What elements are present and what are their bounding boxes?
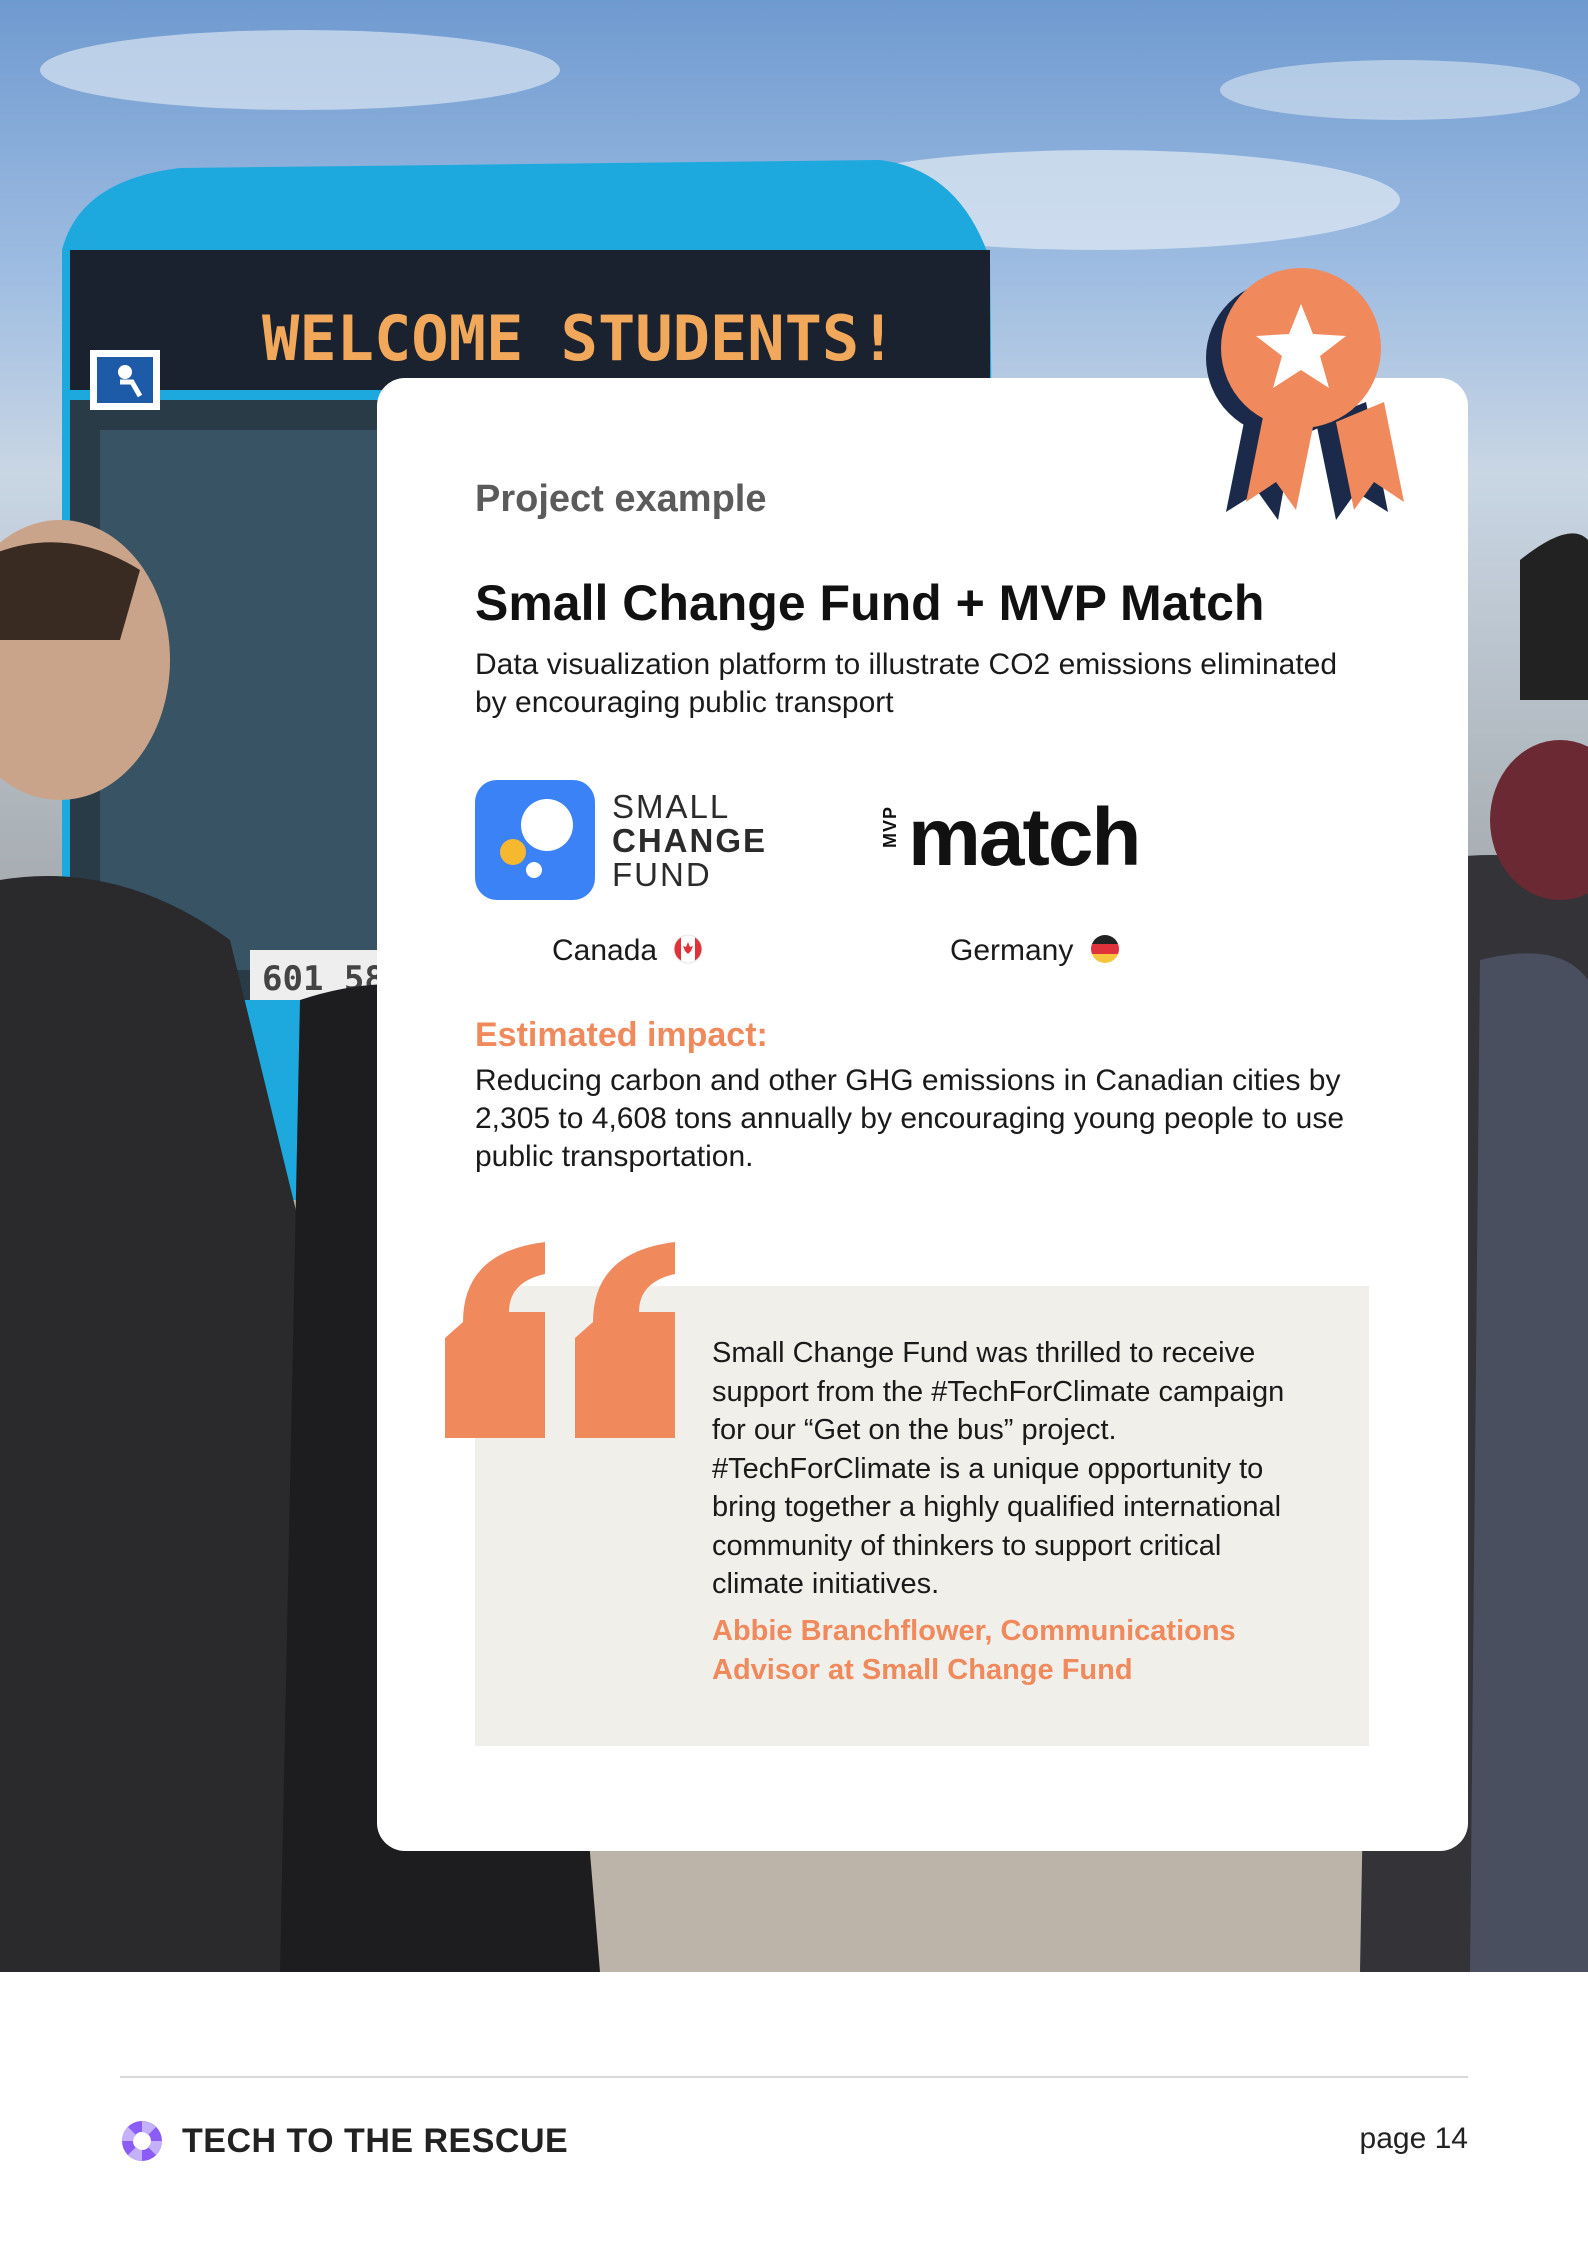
country-label: Canada xyxy=(552,934,658,967)
logo-line-small: SMALL xyxy=(612,788,731,825)
country-canada: Canada xyxy=(552,934,703,972)
quote-mark-icon xyxy=(445,1242,675,1438)
impact-label: Estimated impact: xyxy=(475,1016,768,1054)
match-wordmark: match xyxy=(908,792,1142,883)
mvp-match-logo: MVP match xyxy=(880,790,1210,890)
card-subtitle: Data visualization platform to illustrat… xyxy=(475,648,1338,719)
country-germany: Germany xyxy=(950,934,1120,972)
logo-line-fund: FUND xyxy=(612,856,712,893)
logo-line-change: CHANGE xyxy=(612,822,768,859)
footer-divider xyxy=(120,2076,1468,2078)
lifebuoy-icon xyxy=(122,2121,162,2161)
impact-text: Reducing carbon and other GHG emissions … xyxy=(475,1064,1345,1173)
small-change-fund-logo: SMALL CHANGE FUND xyxy=(475,780,785,902)
germany-flag-icon xyxy=(1090,934,1120,972)
testimonial-author: Abbie Branchflower, Communications Advis… xyxy=(712,1615,1236,1686)
country-label: Germany xyxy=(950,934,1074,967)
testimonial-text: Small Change Fund was thrilled to receiv… xyxy=(712,1337,1285,1600)
page-number: page 14 xyxy=(1359,2122,1468,2155)
bus-destination-sign: WELCOME STUDENTS! xyxy=(262,302,897,375)
canada-flag-icon xyxy=(673,934,703,972)
small-change-fund-wordmark: SMALL CHANGE FUND xyxy=(612,790,767,892)
card-title: Small Change Fund + MVP Match xyxy=(475,575,1265,631)
award-ribbon-icon xyxy=(1206,268,1404,520)
brand-name: TECH TO THE RESCUE xyxy=(182,2122,569,2160)
mvp-small-label: MVP xyxy=(880,805,900,848)
project-card: Project example Small Change Fund + MVP … xyxy=(377,378,1468,1851)
card-eyebrow: Project example xyxy=(475,478,767,520)
small-change-fund-mark-icon xyxy=(475,780,595,900)
